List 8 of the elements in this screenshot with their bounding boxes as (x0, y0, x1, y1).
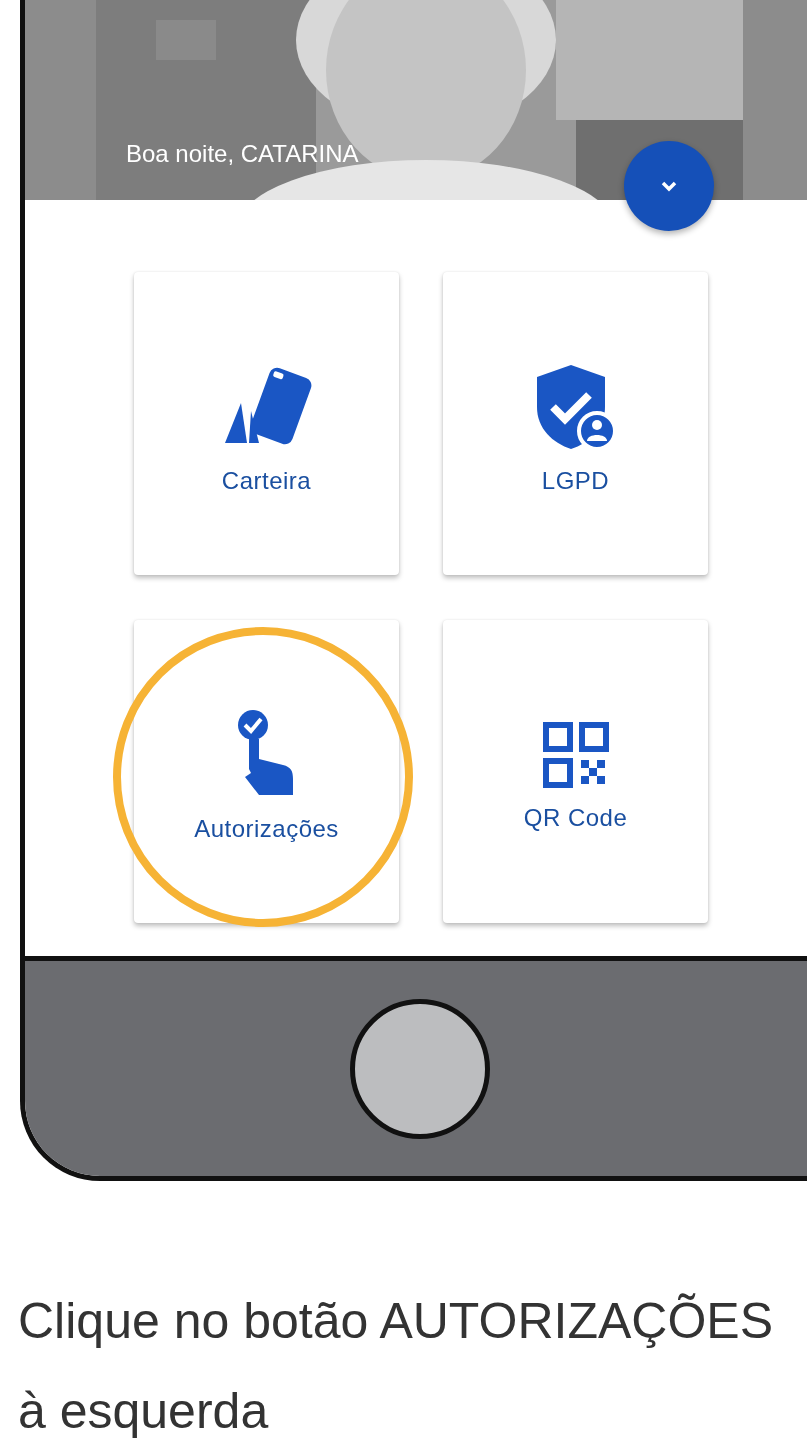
greeting: Boa noite, CATARINA (126, 140, 359, 168)
menu-card[interactable]: LGPD (443, 272, 708, 575)
instruction-text: Clique no botão AUTORIZAÇÕES à esquerda (18, 1292, 774, 1441)
menu-card[interactable]: Carteira (134, 272, 399, 575)
chevron-down-icon (660, 180, 678, 192)
menu-card[interactable]: Autorizações (134, 620, 399, 923)
menu-card[interactable]: QR Code (443, 620, 708, 923)
qr-code-icon (540, 720, 611, 790)
